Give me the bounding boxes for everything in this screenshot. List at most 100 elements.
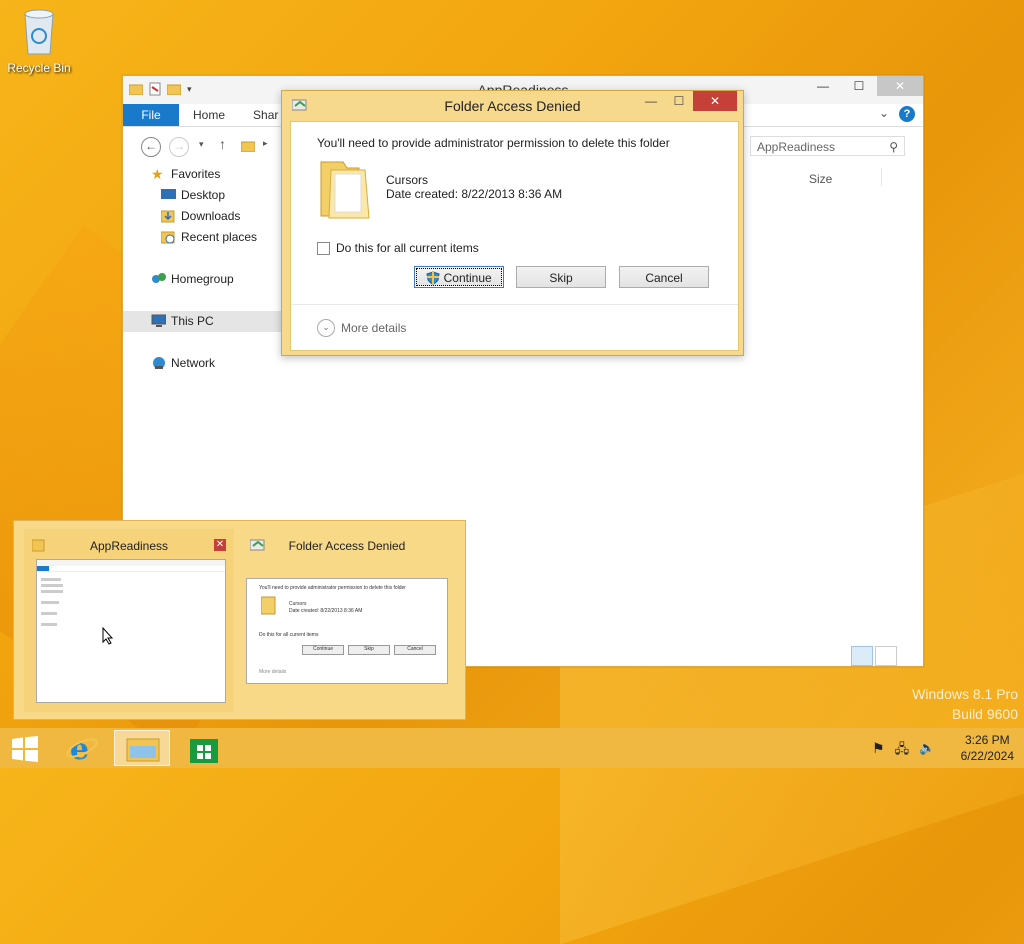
- thumbnail-window-image: You'll need to provide administrator per…: [246, 578, 448, 684]
- close-button[interactable]: ✕: [877, 76, 923, 96]
- file-name: Cursors: [386, 173, 429, 187]
- thumbnail-continue: Continue: [302, 645, 344, 655]
- column-separator[interactable]: [881, 168, 882, 186]
- clock-time: 3:26 PM: [964, 733, 1010, 747]
- nav-recent-label: Recent places: [181, 230, 258, 244]
- svg-text:e: e: [70, 732, 89, 764]
- nav-network-label: Network: [171, 356, 216, 370]
- nav-network[interactable]: Network: [123, 353, 283, 374]
- thumbnail-window-image: [36, 559, 226, 703]
- thumbnail-message: You'll need to provide administrator per…: [259, 585, 406, 591]
- recent-places-icon: [161, 231, 175, 244]
- large-icons-view-icon[interactable]: [875, 646, 897, 666]
- thumbnail-title: AppReadiness: [89, 539, 169, 553]
- thumbnail-appreadiness[interactable]: AppReadiness ✕: [24, 529, 234, 712]
- thumbnail-skip: Skip: [348, 645, 390, 655]
- mouse-cursor-icon: [102, 627, 114, 645]
- ribbon-expand-icon[interactable]: ⌄: [879, 106, 889, 120]
- dialog-separator: [291, 304, 738, 305]
- tab-home[interactable]: Home: [179, 104, 239, 126]
- nav-favorites-label: Favorites: [171, 167, 221, 181]
- notification-area: ⚑ 🖧 🔈: [872, 740, 935, 762]
- explorer-window-buttons: — ☐ ✕: [805, 76, 923, 96]
- watermark-edition: Windows 8.1 Pro: [912, 686, 1018, 702]
- folder-icon: [320, 161, 370, 219]
- folder-access-denied-dialog[interactable]: Folder Access Denied — ☐ ✕ You'll need t…: [281, 90, 744, 356]
- dialog-titlebar[interactable]: Folder Access Denied — ☐ ✕: [282, 91, 743, 121]
- nav-homegroup[interactable]: Homegroup: [123, 269, 283, 290]
- network-icon: [153, 357, 165, 369]
- dialog-message: You'll need to provide administrator per…: [317, 136, 670, 150]
- thumbnail-file-name: Cursors: [289, 601, 307, 607]
- folder-icon: [261, 596, 276, 615]
- back-button[interactable]: ←: [141, 137, 161, 157]
- network-status-icon[interactable]: 🖧: [895, 740, 910, 762]
- apply-to-all-label[interactable]: Do this for all current items: [336, 241, 479, 255]
- computer-icon: [151, 314, 166, 327]
- minimize-button[interactable]: —: [805, 76, 841, 96]
- close-button[interactable]: ✕: [693, 91, 737, 111]
- close-icon[interactable]: ✕: [214, 539, 226, 551]
- clock[interactable]: 3:26 PM 6/22/2024: [961, 732, 1014, 764]
- windows-start-icon[interactable]: [12, 736, 38, 762]
- minimize-button[interactable]: —: [637, 91, 665, 111]
- recycle-bin-label: Recycle Bin: [7, 61, 71, 75]
- more-details-toggle[interactable]: ⌄ More details: [317, 319, 406, 337]
- downloads-icon: [161, 210, 175, 223]
- column-header-size[interactable]: Size: [809, 172, 832, 186]
- taskbar-thumbnail-preview: AppReadiness ✕ Folder Access Denied You'…: [13, 520, 466, 720]
- volume-muted-icon[interactable]: 🔈: [919, 740, 935, 762]
- recycle-bin[interactable]: Recycle Bin: [6, 6, 72, 75]
- thumbnail-cancel: Cancel: [394, 645, 436, 655]
- taskbar-internet-explorer[interactable]: e: [55, 730, 111, 766]
- cancel-button[interactable]: Cancel: [619, 266, 709, 288]
- search-icon[interactable]: ⚲: [889, 137, 898, 157]
- taskbar-store[interactable]: [176, 730, 232, 766]
- tab-file[interactable]: File: [123, 104, 179, 126]
- desktop-icon: [161, 189, 176, 199]
- skip-button[interactable]: Skip: [516, 266, 606, 288]
- nav-downloads[interactable]: Downloads: [123, 206, 283, 227]
- search-input[interactable]: AppReadiness ⚲: [750, 136, 905, 156]
- action-center-flag-icon[interactable]: ⚑: [872, 740, 885, 762]
- thumbnail-folder-access-denied[interactable]: Folder Access Denied You'll need to prov…: [242, 529, 452, 712]
- apply-to-all-row[interactable]: Do this for all current items: [317, 241, 479, 255]
- nav-recent-places[interactable]: Recent places: [123, 227, 283, 248]
- forward-button[interactable]: →: [169, 137, 189, 157]
- continue-button[interactable]: Continue: [414, 266, 504, 288]
- clock-date: 6/22/2024: [960, 749, 1014, 763]
- details-view-icon[interactable]: [851, 646, 873, 666]
- nav-favorites[interactable]: ★ Favorites: [123, 164, 283, 185]
- taskbar-file-explorer[interactable]: [114, 730, 170, 766]
- up-arrow-icon[interactable]: ↑: [219, 136, 226, 152]
- nav-desktop[interactable]: Desktop: [123, 185, 283, 206]
- chevron-down-icon[interactable]: ⌄: [317, 319, 335, 337]
- file-date: Date created: 8/22/2013 8:36 AM: [386, 187, 563, 201]
- thumbnail-more-details: More details: [259, 669, 287, 675]
- nav-homegroup-label: Homegroup: [171, 272, 234, 286]
- chevron-right-icon[interactable]: ▸: [263, 138, 268, 149]
- dialog-window-buttons: — ☐ ✕: [637, 91, 737, 111]
- maximize-button[interactable]: ☐: [665, 91, 693, 111]
- nav-this-pc-label: This PC: [171, 314, 214, 328]
- file-explorer-icon: [126, 738, 160, 762]
- apply-to-all-checkbox[interactable]: [317, 241, 330, 255]
- navigation-pane: ★ Favorites Desktop Downloads Recent pla…: [123, 164, 283, 374]
- store-icon: [190, 739, 218, 763]
- more-details-label[interactable]: More details: [341, 321, 406, 335]
- maximize-button[interactable]: ☐: [841, 76, 877, 96]
- folder-icon: [241, 141, 255, 152]
- watermark-build: Build 9600: [951, 706, 1018, 722]
- thumbnail-file-date: Date created: 8/22/2013 8:36 AM: [289, 608, 363, 614]
- dialog-body: You'll need to provide administrator per…: [290, 121, 739, 351]
- nav-desktop-label: Desktop: [181, 188, 226, 202]
- nav-this-pc[interactable]: This PC: [123, 311, 283, 332]
- thumbnail-checkbox-label: Do this for all current items: [259, 632, 319, 638]
- view-switcher: [851, 646, 897, 666]
- recent-locations-icon[interactable]: ▾: [199, 139, 204, 150]
- shield-icon: [426, 271, 440, 285]
- recycle-bin-icon: [24, 9, 54, 55]
- homegroup-icon: [152, 273, 166, 283]
- taskbar: e ⚑ 🖧 🔈 3:26 PM 6/22/2024: [0, 728, 1024, 768]
- help-icon[interactable]: ?: [899, 106, 915, 122]
